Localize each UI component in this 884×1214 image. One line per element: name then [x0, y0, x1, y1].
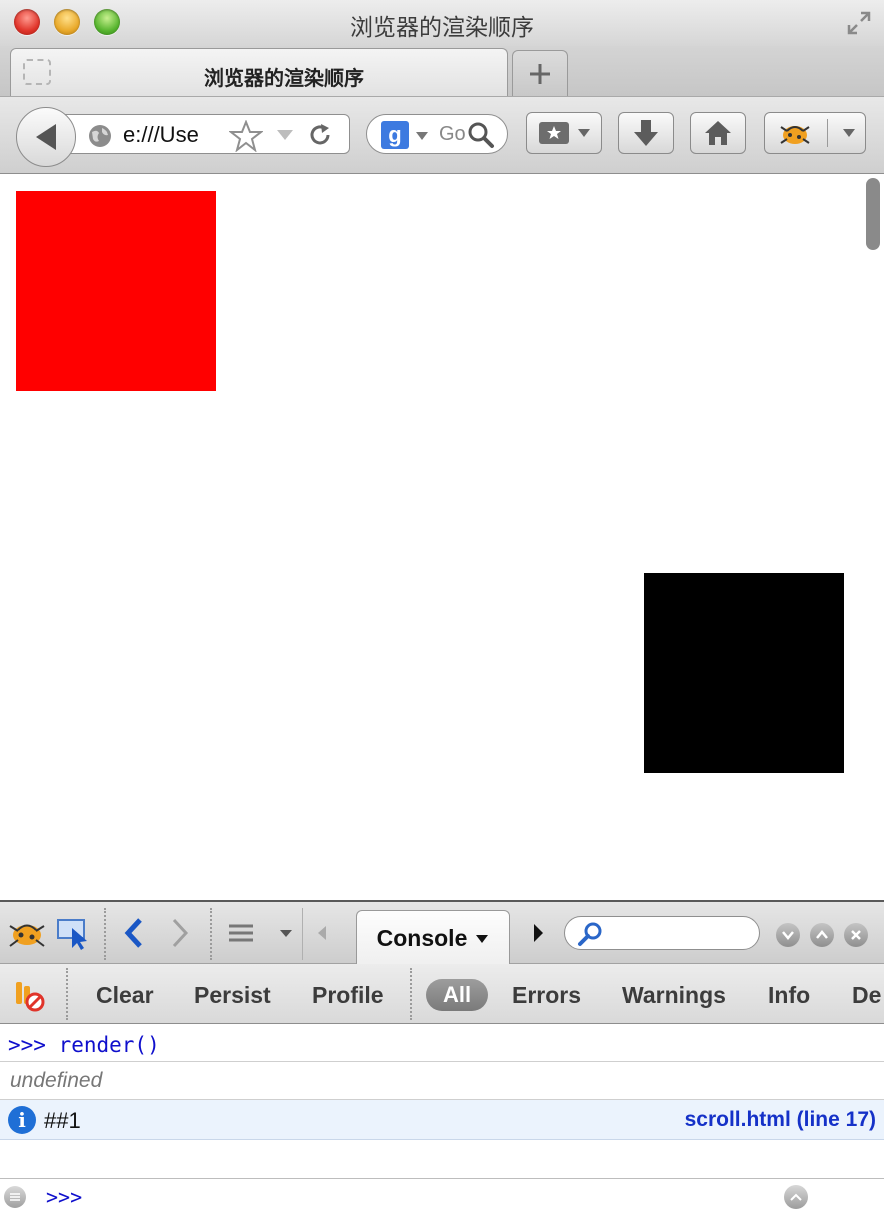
close-icon: [851, 930, 861, 940]
bookmark-star-icon[interactable]: [229, 120, 263, 152]
back-button[interactable]: [16, 107, 76, 167]
downloads-button[interactable]: [618, 112, 674, 154]
scroll-tabs-right-icon[interactable]: [530, 916, 546, 950]
filter-warnings-button[interactable]: Warnings: [622, 982, 726, 1009]
globe-icon: [89, 125, 111, 147]
toolbar-separator: [210, 908, 212, 960]
toolbar-separator: [104, 908, 106, 960]
scroll-tabs-left-icon[interactable]: [314, 916, 330, 950]
chevron-down-icon: [843, 129, 855, 137]
panel-dropdown-icon[interactable]: [278, 916, 294, 950]
engine-dropdown-icon[interactable]: [415, 131, 429, 141]
log-result-line: undefined: [0, 1062, 884, 1100]
tab-console[interactable]: Console: [356, 910, 510, 966]
chevron-up-icon: [816, 930, 828, 939]
tab-title: 浏览器的渲染顺序: [204, 68, 364, 90]
red-box: [16, 191, 216, 391]
toolbar-separator: [302, 908, 303, 960]
tab-active[interactable]: 浏览器的渲染顺序: [10, 48, 508, 96]
chevron-down-icon: [476, 934, 489, 943]
home-button[interactable]: [690, 112, 746, 154]
url-bar[interactable]: e:///Use: [60, 114, 350, 154]
forward-arrow-icon[interactable]: [168, 916, 192, 950]
black-box: [644, 573, 844, 773]
minimize-firebug-button[interactable]: [776, 923, 800, 947]
filter-debug-button[interactable]: De: [852, 982, 881, 1009]
download-arrow-icon: [634, 120, 658, 146]
filter-errors-button[interactable]: Errors: [512, 982, 581, 1009]
info-icon: i: [8, 1106, 36, 1134]
command-history-menu-icon[interactable]: [4, 1186, 26, 1208]
tab-strip: 浏览器的渲染顺序: [0, 46, 884, 96]
bookmarks-star-box-icon: [539, 122, 569, 144]
search-input[interactable]: Go: [439, 123, 465, 146]
navigation-toolbar: e:///Use g Go: [0, 96, 884, 174]
inspect-element-icon[interactable]: [56, 916, 92, 950]
firebug-search-input[interactable]: [564, 916, 760, 950]
toolbar-separator: [410, 968, 412, 1020]
history-dropdown-icon[interactable]: [275, 128, 295, 142]
clear-button[interactable]: Clear: [96, 982, 154, 1009]
bookmarks-menu-button[interactable]: [526, 112, 602, 154]
search-icon[interactable]: [467, 121, 495, 149]
log-info-row: i ##1 scroll.html (line 17): [0, 1100, 884, 1140]
fullscreen-icon[interactable]: [846, 10, 872, 36]
window-titlebar: 浏览器的渲染顺序: [0, 0, 884, 46]
window-title: 浏览器的渲染顺序: [350, 14, 534, 40]
chevron-up-icon: [790, 1193, 802, 1201]
log-command-line[interactable]: >>> render(): [0, 1028, 884, 1062]
search-icon: [578, 922, 602, 946]
plus-icon: [530, 64, 550, 84]
firebug-icon: [780, 126, 810, 144]
filter-info-button[interactable]: Info: [768, 982, 810, 1009]
detach-firebug-button[interactable]: [810, 923, 834, 947]
new-tab-button[interactable]: [512, 50, 568, 96]
tab-console-label: Console: [376, 925, 468, 951]
toolbar-separator: [66, 968, 68, 1020]
command-prompt: >>>: [46, 1185, 83, 1209]
page-viewport[interactable]: [0, 174, 884, 900]
chevron-down-icon: [782, 931, 794, 940]
google-engine-icon[interactable]: g: [381, 121, 409, 149]
search-bar[interactable]: g Go: [366, 114, 508, 154]
back-arrow-icon: [36, 124, 56, 150]
console-filter-bar: Clear Persist Profile All Errors Warning…: [0, 964, 884, 1024]
chevron-down-icon: [578, 129, 590, 137]
vertical-scrollbar[interactable]: [866, 178, 880, 250]
filter-all-button[interactable]: All: [426, 979, 488, 1011]
firebug-menu-icon[interactable]: [6, 916, 48, 950]
back-arrow-icon[interactable]: [122, 916, 146, 950]
persist-button[interactable]: Persist: [194, 982, 271, 1009]
firebug-toolbar: Console: [0, 900, 884, 966]
url-text: e:///Use: [123, 122, 199, 147]
list-icon: [10, 1193, 20, 1201]
profile-button[interactable]: Profile: [312, 982, 384, 1009]
log-info-message: ##1: [44, 1108, 81, 1133]
clear-console-icon[interactable]: [12, 978, 46, 1012]
favicon-placeholder-icon: [23, 59, 51, 85]
console-command-line[interactable]: >>>: [0, 1178, 884, 1214]
log-source-link[interactable]: scroll.html (line 17): [685, 1108, 876, 1132]
reload-icon[interactable]: [307, 122, 333, 148]
firebug-button[interactable]: [764, 112, 866, 154]
home-icon: [705, 121, 731, 145]
close-firebug-button[interactable]: [844, 923, 868, 947]
list-menu-icon[interactable]: [226, 916, 256, 950]
expand-command-editor-button[interactable]: [784, 1185, 808, 1209]
